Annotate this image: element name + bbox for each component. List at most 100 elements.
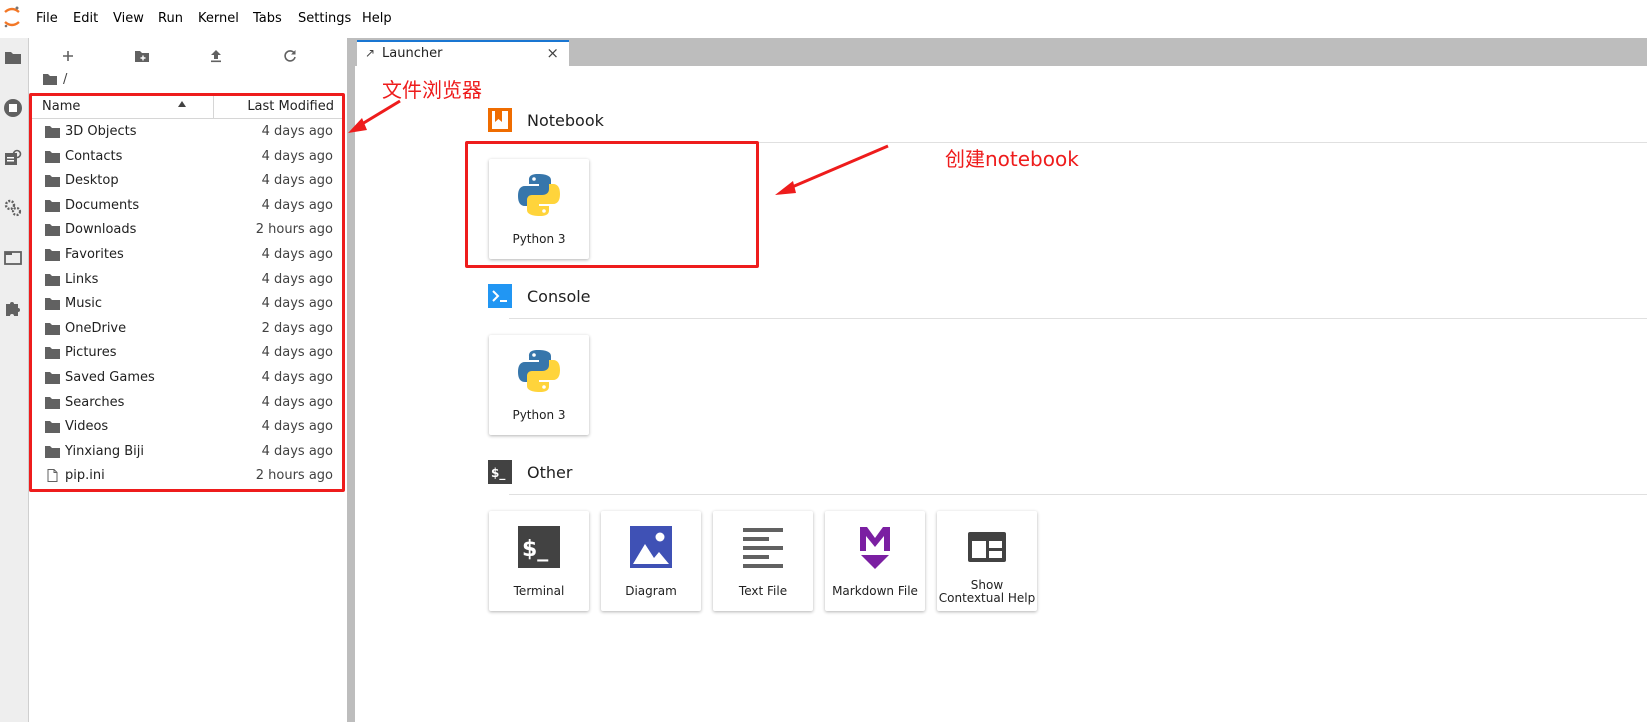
folder-icon [45,297,60,311]
menu-bar: File Edit View Run Kernel Tabs Settings … [0,0,1647,39]
console-python3-label: Python 3 [512,408,566,422]
file-modified: 4 days ago [261,173,333,189]
file-modified: 4 days ago [261,370,333,385]
file-modified: 4 days ago [261,148,333,164]
file-name: Downloads [65,222,137,238]
menu-view[interactable]: View [113,11,144,26]
file-row[interactable]: Music 4 days ago [32,292,342,316]
diagram-label: Diagram [625,584,677,598]
file-row[interactable]: Links 4 days ago [32,268,342,292]
new-folder-icon [135,51,149,62]
file-row[interactable]: OneDrive 2 days ago [32,317,342,341]
file-browser-panel: / Name Last Modified 3D Objects 4 days ag… [29,38,347,722]
folder-icon [45,248,60,261]
file-modified: 2 hours ago [255,468,333,484]
file-row[interactable]: Documents 4 days ago [32,194,342,218]
launcher-tab-icon: ↗ [365,46,376,60]
file-modified: 4 days ago [261,345,333,361]
file-name: Contacts [65,148,123,164]
console-section-divider [509,318,1647,319]
file-row[interactable]: 3D Objects 4 days ago [32,120,342,144]
text-file-card[interactable]: Text File [713,511,813,611]
file-row[interactable]: pip.ini 2 hours ago [32,464,342,488]
file-row[interactable]: Yinxiang Biji 4 days ago [32,440,342,464]
contextual-help-card[interactable]: Show Contextual Help [937,511,1037,611]
breadcrumb-path[interactable]: / [63,72,67,87]
terminal-label: Terminal [513,584,565,598]
file-browser-annotation: 文件浏览器 [382,78,482,102]
console-python3-card[interactable]: Python 3 [489,335,589,435]
menu-tabs[interactable]: Tabs [253,11,282,26]
menu-edit[interactable]: Edit [73,11,98,26]
terminal-card[interactable]: $_ Terminal [489,511,589,611]
file-row[interactable]: Desktop 4 days ago [32,169,342,193]
refresh-icon [284,50,296,62]
console-section-title: Console [527,287,591,306]
breadcrumb[interactable]: / [43,69,67,89]
markdown-file-label: Markdown File [832,584,918,598]
markdown-file-card[interactable]: Markdown File [825,511,925,611]
menu-file[interactable]: File [36,11,58,26]
diagram-image-icon [630,526,672,568]
svg-text:$_: $_ [522,537,548,562]
folder-icon [45,150,60,163]
file-name: pip.ini [65,468,105,484]
file-row[interactable]: Saved Games 4 days ago [32,366,342,390]
home-folder-icon [43,74,57,85]
new-folder-button[interactable] [129,44,155,68]
column-header-name[interactable]: Name [42,99,80,114]
folder-icon [45,420,60,434]
file-name: Documents [65,197,140,213]
svg-text:$_: $_ [491,466,505,481]
file-modified: 4 days ago [261,394,333,410]
folder-icon[interactable] [2,46,24,68]
menu-kernel[interactable]: Kernel [198,11,239,26]
upload-button[interactable] [203,44,229,68]
jupyter-logo-icon [4,6,20,28]
open-tabs-icon[interactable] [2,247,24,269]
file-row[interactable]: Contacts 4 days ago [32,145,342,169]
menu-help[interactable]: Help [362,11,392,26]
notebook-annotation-arrow [775,144,889,195]
file-icon [45,469,60,483]
plus-icon [63,51,73,61]
file-list-header: Name Last Modified [32,96,342,119]
file-row[interactable]: Searches 4 days ago [32,391,342,415]
file-name: Yinxiang Biji [65,443,144,459]
folder-icon [45,273,60,286]
notebook-section-icon [488,108,512,132]
file-name: Favorites [65,247,124,262]
file-row[interactable]: Downloads 2 hours ago [32,218,342,242]
extension-puzzle-icon[interactable] [2,297,24,319]
property-inspector-icon[interactable] [2,147,24,169]
file-row[interactable]: Favorites 4 days ago [32,243,342,267]
console-section-icon [488,284,512,308]
other-section-title: Other [527,463,573,482]
file-modified: 4 days ago [261,271,333,287]
new-launcher-button[interactable] [55,44,81,68]
file-name: Videos [65,419,109,435]
contextual-help-label: Show Contextual Help [938,578,1036,605]
panel-splitter[interactable] [347,38,355,722]
commands-gears-icon[interactable] [2,197,24,219]
activity-bar [0,38,29,722]
tab-close-button[interactable]: × [546,44,559,62]
file-row[interactable]: Videos 4 days ago [32,415,342,439]
running-kernels-icon[interactable] [2,97,24,119]
notebook-section-title: Notebook [527,111,604,130]
file-modified: 2 hours ago [255,222,333,238]
column-header-last-modified[interactable]: Last Modified [247,99,334,114]
file-name: Saved Games [65,370,155,385]
file-row[interactable]: Pictures 4 days ago [32,341,342,365]
file-name: Links [65,271,99,287]
folder-icon [45,396,60,409]
diagram-card[interactable]: Diagram [601,511,701,611]
other-section-divider [509,494,1647,495]
menu-settings[interactable]: Settings [298,11,351,26]
folder-icon [45,223,60,237]
file-modified: 4 days ago [261,443,333,459]
menu-run[interactable]: Run [158,11,183,26]
file-modified: 4 days ago [261,197,333,213]
tab-launcher[interactable]: ↗ Launcher × [357,40,569,66]
refresh-button[interactable] [277,44,303,68]
